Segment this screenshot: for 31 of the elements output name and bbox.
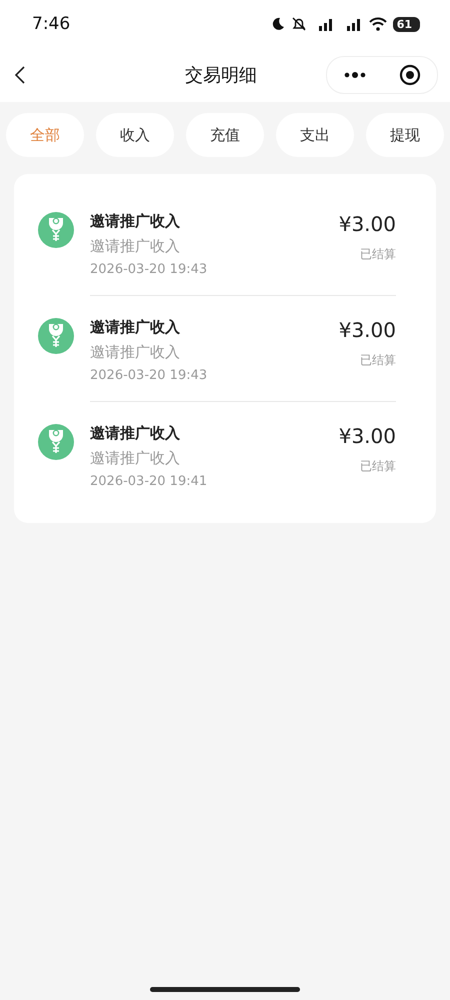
money-bag-icon [38, 212, 74, 248]
transaction-amount: ¥3.00 [338, 424, 396, 448]
moon-icon [270, 17, 285, 31]
transaction-title: 邀请推广收入 [90, 318, 181, 337]
target-icon[interactable] [398, 64, 420, 86]
transaction-time: 2026-03-20 19:43 [90, 368, 208, 383]
transaction-subtitle: 邀请推广收入 [90, 237, 181, 256]
filter-tab[interactable]: 收入 [96, 113, 174, 157]
transaction-status: 已结算 [360, 352, 396, 369]
page-title: 交易明细 [184, 64, 258, 87]
filter-tab[interactable]: 提现 [366, 113, 444, 157]
money-bag-icon [38, 318, 74, 354]
more-icon[interactable] [342, 71, 366, 79]
filter-tab[interactable]: 充值 [186, 113, 264, 157]
transaction-status: 已结算 [360, 458, 396, 475]
transaction-title: 邀请推广收入 [90, 424, 181, 443]
transaction-time: 2026-03-20 19:43 [90, 262, 208, 277]
transaction-time: 2026-03-20 19:41 [90, 474, 208, 489]
battery-level: 61 [392, 16, 420, 32]
transaction-subtitle: 邀请推广收入 [90, 449, 181, 468]
muted-bell-icon [290, 16, 307, 32]
transaction-status: 已结算 [360, 246, 396, 263]
transaction-amount: ¥3.00 [338, 318, 396, 342]
filter-tab[interactable]: 支出 [276, 113, 354, 157]
transaction-title: 邀请推广收入 [90, 212, 181, 231]
wifi-icon [368, 17, 387, 31]
transaction-subtitle: 邀请推广收入 [90, 343, 181, 362]
transaction-amount: ¥3.00 [338, 212, 396, 236]
back-icon[interactable] [14, 66, 26, 84]
money-bag-icon [38, 424, 74, 460]
status-time: 7:46 [32, 14, 70, 34]
